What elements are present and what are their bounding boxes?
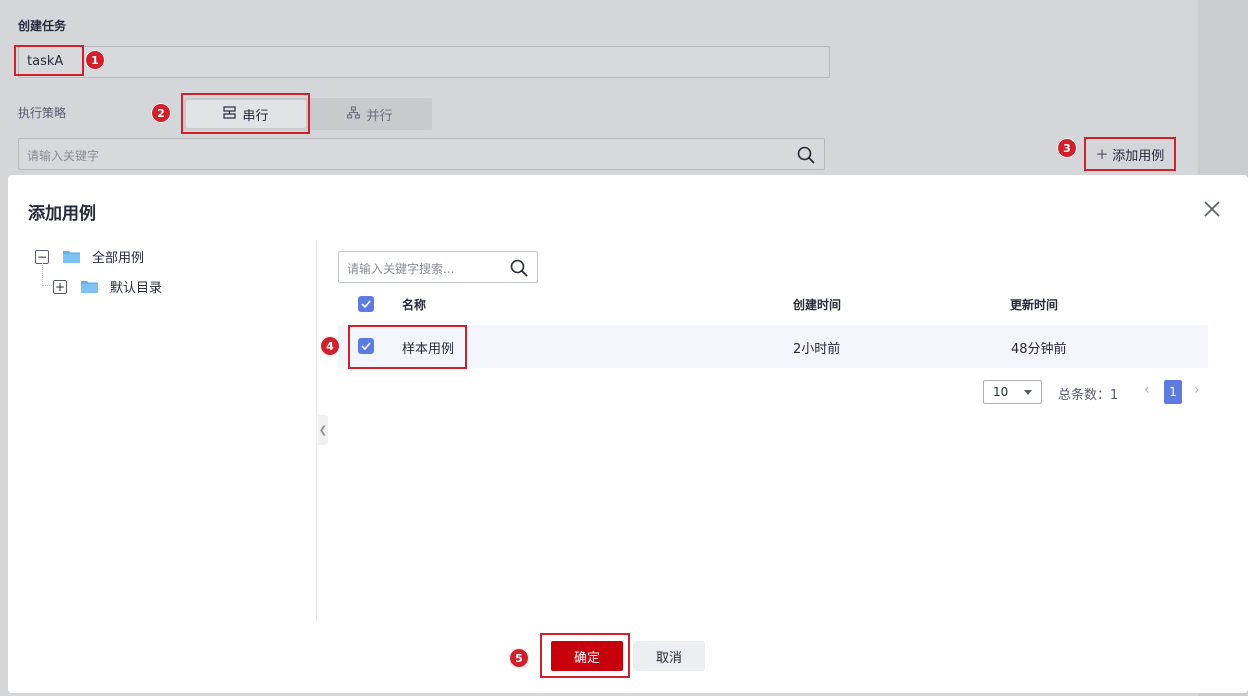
search-placeholder: 请输入关键字 bbox=[27, 149, 100, 163]
total-count: 总条数：1 bbox=[1058, 388, 1119, 403]
close-icon[interactable] bbox=[1202, 199, 1222, 219]
prev-page-icon[interactable]: ‹ bbox=[1144, 382, 1150, 398]
add-case-dialog: 添加用例 − 全部用例 + 默认目录 ❮ 请输入关键字搜索... 名称 创建时间… bbox=[8, 175, 1248, 693]
annotation-badge-2: 2 bbox=[151, 103, 171, 123]
strategy-parallel-button[interactable]: 并行 bbox=[308, 98, 432, 130]
tree-node-default-dir[interactable]: + 默认目录 bbox=[53, 277, 162, 296]
expand-icon[interactable]: + bbox=[53, 279, 67, 294]
annotation-box-1 bbox=[14, 45, 84, 76]
current-page-button[interactable]: 1 bbox=[1164, 380, 1182, 404]
collapse-icon[interactable]: − bbox=[35, 249, 49, 264]
next-page-icon[interactable]: › bbox=[1194, 382, 1200, 398]
task-name-input[interactable]: taskA bbox=[18, 46, 830, 78]
check-icon bbox=[361, 300, 371, 308]
search-icon[interactable] bbox=[796, 145, 816, 165]
annotation-box-3 bbox=[1084, 137, 1176, 171]
page-title: 创建任务 bbox=[18, 19, 67, 33]
table-row[interactable] bbox=[338, 325, 1208, 368]
chevron-left-icon: ❮ bbox=[318, 424, 328, 436]
annotation-badge-5: 5 bbox=[509, 648, 529, 668]
panel-divider bbox=[316, 240, 317, 622]
annotation-badge-4: 4 bbox=[320, 336, 340, 356]
dialog-title: 添加用例 bbox=[28, 204, 96, 224]
tree-node-label: 全部用例 bbox=[92, 251, 145, 266]
cancel-button[interactable]: 取消 bbox=[633, 641, 705, 671]
page-size-select[interactable]: 10 bbox=[983, 380, 1042, 404]
column-header-updated: 更新时间 bbox=[1010, 298, 1059, 312]
folder-icon bbox=[81, 281, 98, 293]
annotation-badge-1: 1 bbox=[85, 50, 105, 70]
collapse-panel-handle[interactable]: ❮ bbox=[318, 415, 328, 445]
select-all-checkbox[interactable] bbox=[358, 296, 374, 312]
page-size-value: 10 bbox=[993, 385, 1009, 399]
annotation-box-4 bbox=[348, 325, 467, 369]
annotation-box-5 bbox=[540, 633, 630, 678]
dialog-search-input[interactable]: 请输入关键字搜索... bbox=[338, 251, 538, 283]
row-updated: 48分钟前 bbox=[1011, 342, 1067, 357]
column-header-name: 名称 bbox=[402, 298, 427, 312]
parallel-icon bbox=[347, 106, 361, 122]
search-icon[interactable] bbox=[509, 258, 529, 278]
annotation-badge-3: 3 bbox=[1057, 138, 1077, 158]
tree-connector bbox=[42, 263, 52, 286]
caret-down-icon bbox=[1024, 390, 1032, 395]
folder-icon bbox=[63, 251, 80, 263]
case-keyword-search-input[interactable]: 请输入关键字 bbox=[18, 138, 825, 170]
tree-node-label: 默认目录 bbox=[110, 281, 163, 296]
strategy-label: 执行策略 bbox=[18, 106, 67, 120]
search-placeholder: 请输入关键字搜索... bbox=[347, 262, 455, 276]
row-created: 2小时前 bbox=[793, 342, 841, 357]
annotation-box-2 bbox=[181, 93, 310, 134]
column-header-created: 创建时间 bbox=[793, 298, 842, 312]
strategy-parallel-label: 并行 bbox=[366, 108, 393, 124]
